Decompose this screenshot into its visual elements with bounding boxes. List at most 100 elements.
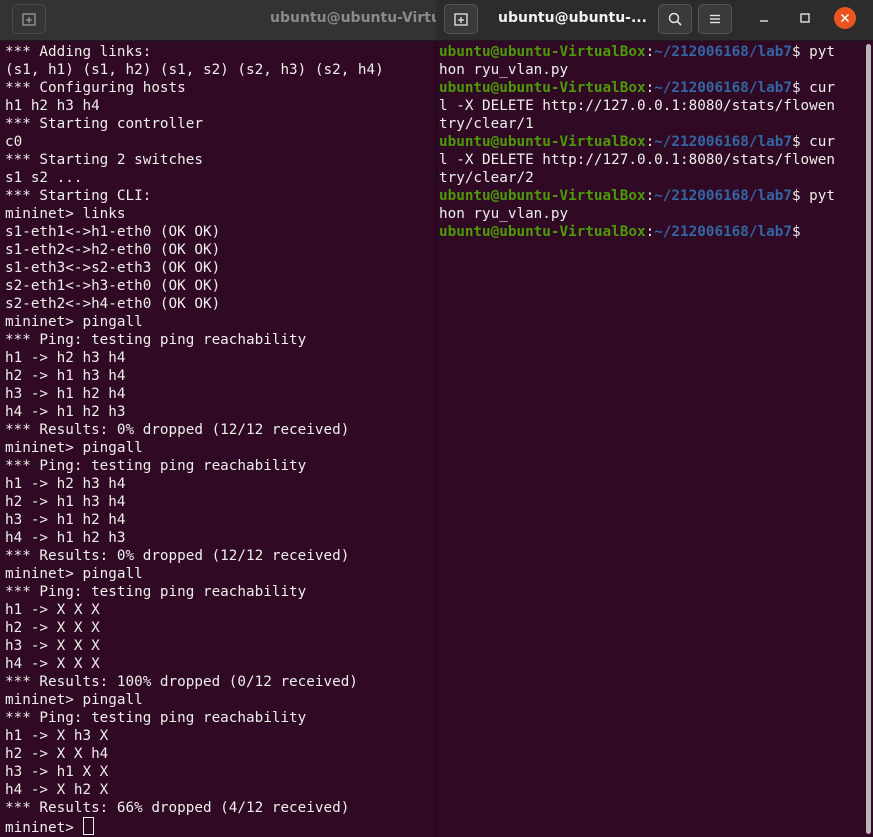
prompt-user: ubuntu@ubuntu-VirtualBox xyxy=(439,224,646,240)
prompt-symbol: $ xyxy=(791,224,810,240)
right-terminal-window[interactable]: ubuntu@ubuntu-... ubuntu@ubuntu-VirtualB… xyxy=(436,0,873,837)
command-text: pyt xyxy=(809,188,835,204)
prompt-user: ubuntu@ubuntu-VirtualBox xyxy=(439,188,646,204)
maximize-button[interactable] xyxy=(795,8,815,28)
shell-prompt-line: ubuntu@ubuntu-VirtualBox:~/212006168/lab… xyxy=(439,133,873,151)
search-icon xyxy=(668,12,682,26)
menu-button[interactable] xyxy=(698,4,732,34)
minimize-button[interactable] xyxy=(754,8,774,28)
prompt-path: ~/212006168/lab7 xyxy=(654,80,792,96)
terminal-line: *** Ping: testing ping reachability xyxy=(5,458,307,474)
prompt-path: ~/212006168/lab7 xyxy=(654,188,792,204)
scrollbar[interactable] xyxy=(866,44,871,834)
right-titlebar[interactable]: ubuntu@ubuntu-... xyxy=(436,0,873,41)
terminal-line: *** Starting 2 switches xyxy=(5,152,203,168)
prompt-symbol: $ xyxy=(791,188,810,204)
close-icon xyxy=(840,13,850,23)
prompt-separator: : xyxy=(645,134,655,150)
terminal-line: mininet> links xyxy=(5,206,126,222)
window-title: ubuntu@ubuntu-... xyxy=(498,10,647,26)
terminal-line: s2-eth1<->h3-eth0 (OK OK) xyxy=(5,278,221,294)
prompt-separator: : xyxy=(645,44,655,60)
terminal-line: h4 -> X X X xyxy=(5,656,100,672)
prompt-path: ~/212006168/lab7 xyxy=(654,134,792,150)
terminal-line: h2 -> h1 h3 h4 xyxy=(5,494,126,510)
prompt-separator: : xyxy=(645,188,655,204)
command-text: l -X DELETE http://127.0.0.1:8080/stats/… xyxy=(439,152,835,168)
left-terminal-window[interactable]: ubuntu@ubuntu-VirtualBox: ~/212006168/la… xyxy=(0,0,436,837)
prompt-user: ubuntu@ubuntu-VirtualBox xyxy=(439,44,646,60)
terminal-line: mininet> pingall xyxy=(5,566,143,582)
new-tab-button[interactable] xyxy=(12,4,46,34)
prompt-separator: : xyxy=(645,224,655,240)
mininet-prompt: mininet> xyxy=(5,820,83,836)
command-text: try/clear/1 xyxy=(439,116,534,132)
command-text: hon ryu_vlan.py xyxy=(439,62,569,78)
terminal-line: *** Results: 66% dropped (4/12 received) xyxy=(5,800,350,816)
terminal-line: s1-eth1<->h1-eth0 (OK OK) xyxy=(5,224,221,240)
close-button[interactable] xyxy=(834,7,856,29)
terminal-line: *** Results: 100% dropped (0/12 received… xyxy=(5,674,358,690)
terminal-line: mininet> pingall xyxy=(5,692,143,708)
terminal-line: *** Results: 0% dropped (12/12 received) xyxy=(5,422,350,438)
minimize-icon xyxy=(760,20,768,22)
terminal-line: h1 -> X X X xyxy=(5,602,100,618)
command-text: cur xyxy=(809,80,835,96)
shell-prompt-line: ubuntu@ubuntu-VirtualBox:~/212006168/lab… xyxy=(439,187,873,205)
terminal-line: s1 s2 ... xyxy=(5,170,83,186)
terminal-line: h4 -> h1 h2 h3 xyxy=(5,404,126,420)
command-text: pyt xyxy=(809,44,835,60)
new-tab-icon xyxy=(454,13,468,26)
window-title: ubuntu@ubuntu-VirtualBox: ~/212006168/la… xyxy=(270,10,436,26)
terminal-line: *** Adding links: xyxy=(5,44,152,60)
text-cursor xyxy=(83,817,95,835)
terminal-output[interactable]: ubuntu@ubuntu-VirtualBox:~/212006168/lab… xyxy=(436,41,873,837)
terminal-line: h2 -> X X X xyxy=(5,620,100,636)
prompt-symbol: $ xyxy=(791,134,810,150)
new-tab-button[interactable] xyxy=(444,4,478,34)
terminal-line: try/clear/2 xyxy=(439,169,873,187)
terminal-line: mininet> pingall xyxy=(5,440,143,456)
terminal-line: h3 -> h1 X X xyxy=(5,764,109,780)
terminal-line: try/clear/1 xyxy=(439,115,873,133)
hamburger-menu-icon xyxy=(710,14,720,24)
new-tab-icon xyxy=(22,13,36,26)
prompt-separator: : xyxy=(645,80,655,96)
terminal-line: h3 -> h1 h2 h4 xyxy=(5,512,126,528)
terminal-line: l -X DELETE http://127.0.0.1:8080/stats/… xyxy=(439,97,873,115)
terminal-line: h1 -> X h3 X xyxy=(5,728,109,744)
terminal-line: *** Configuring hosts xyxy=(5,80,186,96)
terminal-line: hon ryu_vlan.py xyxy=(439,61,873,79)
command-text: l -X DELETE http://127.0.0.1:8080/stats/… xyxy=(439,98,835,114)
terminal-line: h3 -> h1 h2 h4 xyxy=(5,386,126,402)
search-button[interactable] xyxy=(658,4,692,34)
terminal-line: hon ryu_vlan.py xyxy=(439,205,873,223)
terminal-line: h1 h2 h3 h4 xyxy=(5,98,100,114)
terminal-line: *** Ping: testing ping reachability xyxy=(5,584,307,600)
terminal-line: *** Ping: testing ping reachability xyxy=(5,332,307,348)
terminal-output[interactable]: *** Adding links: (s1, h1) (s1, h2) (s1, … xyxy=(0,41,436,837)
terminal-line: h1 -> h2 h3 h4 xyxy=(5,476,126,492)
prompt-symbol: $ xyxy=(791,44,810,60)
prompt-user: ubuntu@ubuntu-VirtualBox xyxy=(439,134,646,150)
left-titlebar[interactable]: ubuntu@ubuntu-VirtualBox: ~/212006168/la… xyxy=(0,0,436,41)
prompt-path: ~/212006168/lab7 xyxy=(654,224,792,240)
terminal-line: *** Ping: testing ping reachability xyxy=(5,710,307,726)
terminal-prompt-line[interactable]: mininet> xyxy=(5,817,436,836)
terminal-line: s1-eth3<->s2-eth3 (OK OK) xyxy=(5,260,221,276)
terminal-line: *** Starting CLI: xyxy=(5,188,152,204)
terminal-line: h1 -> h2 h3 h4 xyxy=(5,350,126,366)
terminal-line: *** Results: 0% dropped (12/12 received) xyxy=(5,548,350,564)
terminal-line: h3 -> X X X xyxy=(5,638,100,654)
terminal-line: s2-eth2<->h4-eth0 (OK OK) xyxy=(5,296,221,312)
terminal-line: mininet> pingall xyxy=(5,314,143,330)
maximize-icon xyxy=(800,13,810,23)
shell-prompt-line: ubuntu@ubuntu-VirtualBox:~/212006168/lab… xyxy=(439,79,873,97)
command-text: cur xyxy=(809,134,835,150)
terminal-line: h2 -> X X h4 xyxy=(5,746,109,762)
terminal-line: h4 -> h1 h2 h3 xyxy=(5,530,126,546)
terminal-line: s1-eth2<->h2-eth0 (OK OK) xyxy=(5,242,221,258)
terminal-line: (s1, h1) (s1, h2) (s1, s2) (s2, h3) (s2,… xyxy=(5,62,384,78)
command-text: hon ryu_vlan.py xyxy=(439,206,569,222)
terminal-line: h2 -> h1 h3 h4 xyxy=(5,368,126,384)
